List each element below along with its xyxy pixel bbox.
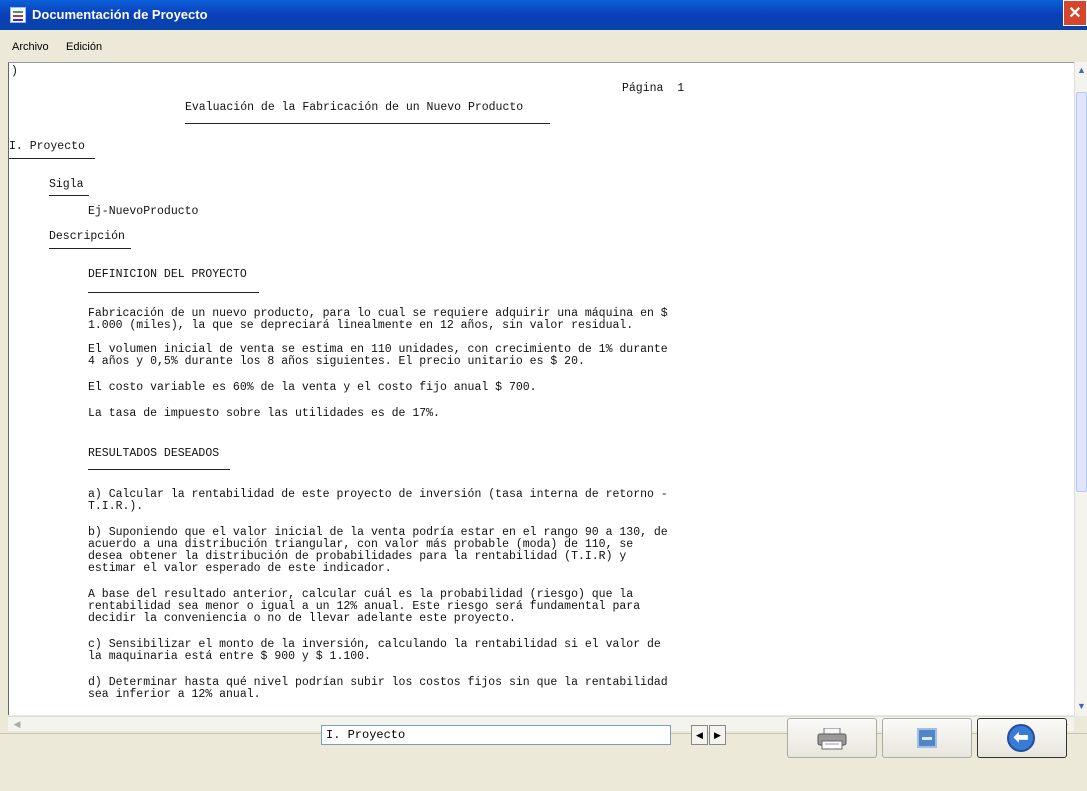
vertical-scrollbar[interactable]: ▲ ▼ — [1074, 62, 1087, 716]
paragraph-line: El costo variable es 60% de la venta y e… — [88, 381, 537, 394]
section-navigation-field[interactable]: I. Proyecto — [321, 725, 671, 745]
document-viewer[interactable]: ) Página 1 Evaluación de la Fabricación … — [8, 62, 1075, 715]
scroll-down-icon[interactable]: ▼ — [1075, 700, 1087, 713]
sigla-label: Sigla — [49, 178, 84, 191]
scroll-up-icon[interactable]: ▲ — [1075, 64, 1087, 77]
paragraph-line: decidir la conveniencia o no de llevar a… — [88, 612, 516, 625]
document-title: Evaluación de la Fabricación de un Nuevo… — [185, 101, 524, 114]
app-icon — [10, 7, 26, 23]
paragraph-line: 1.000 (miles), la que se depreciará line… — [88, 319, 634, 332]
section-underline — [9, 158, 95, 159]
resultados-heading: RESULTADOS DESEADOS — [88, 447, 220, 460]
menu-bar: Archivo Edición — [0, 30, 1087, 54]
save-button[interactable] — [882, 718, 972, 758]
definicion-underline — [88, 292, 259, 293]
sigla-underline — [49, 195, 89, 196]
print-button[interactable] — [787, 718, 877, 758]
section-heading: I. Proyecto — [9, 140, 85, 153]
paragraph-line: sea inferior a 12% anual. — [88, 688, 261, 701]
descripcion-label: Descripción — [49, 230, 125, 243]
close-button[interactable]: ✕ — [1063, 0, 1087, 26]
paragraph-line: T.I.R.). — [88, 500, 144, 513]
paragraph-line: estimar el valor esperado de este indica… — [88, 562, 392, 575]
window-title: Documentación de Proyecto — [32, 7, 208, 22]
paragraph-line: La tasa de impuesto sobre las utilidades… — [88, 407, 440, 420]
page-number: Página 1 — [622, 82, 685, 95]
previous-section-button[interactable]: ◀ — [691, 725, 708, 745]
descripcion-underline — [49, 248, 131, 249]
corner-mark: ) — [11, 65, 18, 78]
next-section-button[interactable]: ▶ — [709, 725, 726, 745]
paragraph-line: 4 años y 0,5% durante los 8 años siguien… — [88, 355, 585, 368]
title-underline — [185, 123, 550, 124]
save-icon — [917, 728, 937, 748]
printer-icon — [817, 728, 847, 750]
definicion-heading: DEFINICION DEL PROYECTO — [88, 268, 247, 281]
back-arrow-icon: ⬅ — [1007, 724, 1035, 752]
resultados-underline — [88, 469, 230, 470]
sigla-value: Ej-NuevoProducto — [88, 205, 199, 218]
paragraph-line: la maquinaria está entre $ 900 y $ 1.100… — [88, 650, 371, 663]
paragraph-line: a) Calcular la rentabilidad de este proy… — [88, 488, 668, 501]
back-button[interactable]: ⬅ — [977, 718, 1067, 758]
title-bar: Documentación de Proyecto ✕ — [0, 0, 1087, 30]
vertical-scroll-thumb[interactable] — [1076, 92, 1087, 492]
scroll-left-icon[interactable]: ◀ — [10, 717, 24, 731]
menu-edicion[interactable]: Edición — [66, 41, 102, 53]
menu-archivo[interactable]: Archivo — [12, 41, 49, 53]
